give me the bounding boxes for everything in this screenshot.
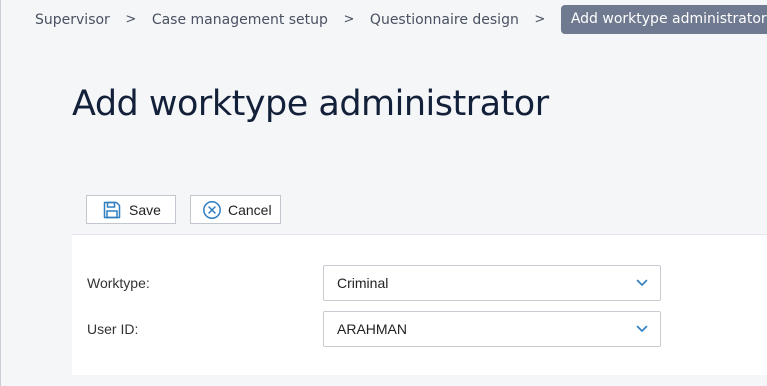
x-circle-icon [202, 199, 222, 221]
page: Supervisor > Case management setup > Que… [0, 0, 767, 386]
toolbar: Save Cancel [86, 195, 281, 224]
breadcrumb-item-supervisor[interactable]: Supervisor [35, 12, 110, 28]
page-title: Add worktype administrator [72, 84, 549, 124]
save-label: Save [129, 201, 161, 218]
worktype-label: Worktype: [87, 275, 150, 291]
breadcrumb: Supervisor > Case management setup > Que… [35, 5, 767, 34]
user-id-select[interactable]: ARAHMAN [323, 311, 661, 347]
breadcrumb-item-questionnaire-design[interactable]: Questionnaire design [370, 12, 519, 28]
breadcrumb-separator: > [343, 12, 355, 27]
worktype-row: Worktype: Criminal [87, 265, 767, 301]
breadcrumb-current: Add worktype administrator [560, 5, 767, 34]
breadcrumb-separator: > [534, 12, 546, 27]
form-panel: Worktype: Criminal User ID: ARAHMAN [72, 234, 767, 375]
user-id-row: User ID: ARAHMAN [87, 311, 767, 347]
breadcrumb-separator: > [125, 12, 137, 27]
cancel-label: Cancel [228, 201, 272, 218]
chevron-down-icon [634, 321, 650, 337]
save-button[interactable]: Save [86, 195, 176, 224]
chevron-down-icon [634, 275, 650, 291]
cancel-button[interactable]: Cancel [190, 195, 281, 224]
worktype-value: Criminal [337, 275, 389, 291]
floppy-disk-icon [101, 199, 123, 221]
worktype-select[interactable]: Criminal [323, 265, 661, 301]
user-id-value: ARAHMAN [337, 321, 408, 337]
user-id-label: User ID: [87, 321, 139, 337]
breadcrumb-item-case-management-setup[interactable]: Case management setup [152, 12, 328, 28]
